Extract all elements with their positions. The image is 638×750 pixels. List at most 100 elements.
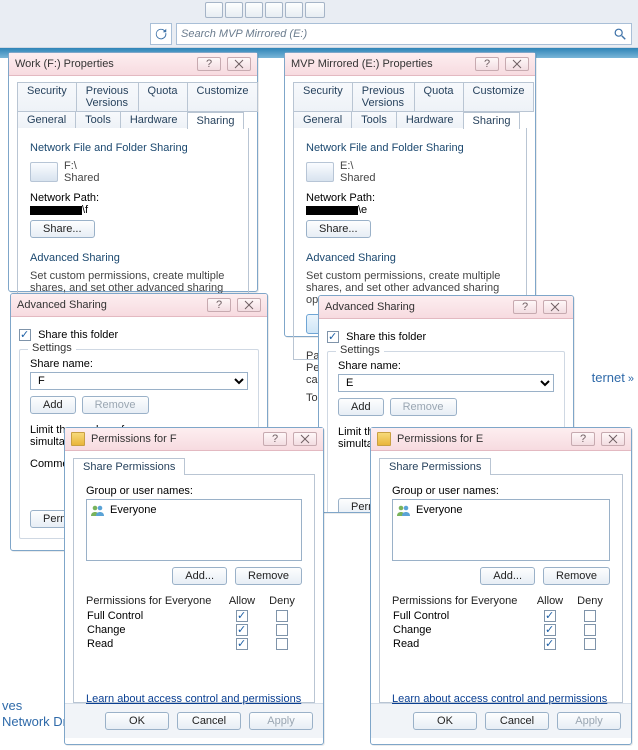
titlebar[interactable]: Work (F:) Properties ? bbox=[9, 53, 257, 76]
tab-customize[interactable]: Customize bbox=[187, 82, 259, 112]
remove-share-button[interactable]: Remove bbox=[82, 396, 149, 414]
deny-header: Deny bbox=[570, 593, 610, 609]
tab-quota[interactable]: Quota bbox=[414, 82, 464, 112]
nfs-heading: Network File and Folder Sharing bbox=[306, 142, 514, 154]
help-button[interactable]: ? bbox=[513, 300, 537, 314]
learn-link[interactable]: Learn about access control and permissio… bbox=[86, 693, 301, 705]
close-button[interactable] bbox=[293, 432, 317, 446]
tab-hardware[interactable]: Hardware bbox=[120, 111, 188, 128]
perm-row-full-control: Full Control bbox=[86, 609, 302, 623]
deny-full-control-checkbox[interactable] bbox=[584, 610, 596, 622]
titlebar[interactable]: MVP Mirrored (E:) Properties ? bbox=[285, 53, 535, 76]
remove-principal-button[interactable]: Remove bbox=[543, 567, 610, 585]
tab-security[interactable]: Security bbox=[17, 82, 77, 112]
help-button[interactable]: ? bbox=[207, 298, 231, 312]
tb-btn-4[interactable] bbox=[265, 2, 283, 18]
allow-change-checkbox[interactable] bbox=[544, 624, 556, 636]
allow-change-checkbox[interactable] bbox=[236, 624, 248, 636]
ok-button[interactable]: OK bbox=[105, 712, 169, 730]
path-status: Shared bbox=[64, 172, 99, 184]
refresh-button[interactable] bbox=[150, 23, 172, 45]
principals-listbox[interactable]: Everyone bbox=[86, 499, 302, 561]
titlebar[interactable]: Advanced Sharing ? bbox=[319, 296, 573, 319]
deny-change-checkbox[interactable] bbox=[276, 624, 288, 636]
tab-share-permissions[interactable]: Share Permissions bbox=[379, 458, 491, 475]
add-share-button[interactable]: Add bbox=[30, 396, 76, 414]
tab-hardware[interactable]: Hardware bbox=[396, 111, 464, 128]
help-button[interactable]: ? bbox=[263, 432, 287, 446]
allow-read-checkbox[interactable] bbox=[544, 638, 556, 650]
principal-row[interactable]: Everyone bbox=[91, 504, 297, 516]
titlebar[interactable]: Permissions for F ? bbox=[65, 428, 323, 451]
share-name-select[interactable]: E bbox=[338, 374, 554, 392]
share-folder-checkbox[interactable] bbox=[19, 329, 31, 341]
tab-general[interactable]: General bbox=[293, 111, 352, 128]
deny-change-checkbox[interactable] bbox=[584, 624, 596, 636]
close-button[interactable] bbox=[601, 432, 625, 446]
close-button[interactable] bbox=[505, 57, 529, 71]
share-name-select[interactable]: F bbox=[30, 372, 248, 390]
tab-customize[interactable]: Customize bbox=[463, 82, 535, 112]
tb-btn-5[interactable] bbox=[285, 2, 303, 18]
add-share-button[interactable]: Add bbox=[338, 398, 384, 416]
share-button[interactable]: Share... bbox=[30, 220, 95, 238]
principals-listbox[interactable]: Everyone bbox=[392, 499, 610, 561]
tab-previous-versions[interactable]: Previous Versions bbox=[352, 82, 415, 112]
share-button[interactable]: Share... bbox=[306, 220, 371, 238]
group-users-label: Group or user names: bbox=[392, 485, 610, 497]
netpath-label: Network Path: bbox=[30, 192, 236, 204]
permissions-table: Permissions for Everyone Allow Deny Full… bbox=[86, 593, 302, 651]
remove-share-button[interactable]: Remove bbox=[390, 398, 457, 416]
help-button[interactable]: ? bbox=[475, 57, 499, 71]
titlebar[interactable]: Advanced Sharing ? bbox=[11, 294, 267, 317]
principal-row[interactable]: Everyone bbox=[397, 504, 605, 516]
tab-sharing[interactable]: Sharing bbox=[187, 112, 245, 129]
folder-icon bbox=[71, 432, 85, 446]
tb-btn-3[interactable] bbox=[245, 2, 263, 18]
apply-button[interactable]: Apply bbox=[249, 712, 313, 730]
allow-read-checkbox[interactable] bbox=[236, 638, 248, 650]
add-principal-button[interactable]: Add... bbox=[172, 567, 227, 585]
tab-tools[interactable]: Tools bbox=[75, 111, 121, 128]
tab-share-permissions[interactable]: Share Permissions bbox=[73, 458, 185, 475]
ok-button[interactable]: OK bbox=[413, 712, 477, 730]
apply-button[interactable]: Apply bbox=[557, 712, 621, 730]
deny-read-checkbox[interactable] bbox=[276, 638, 288, 650]
cancel-button[interactable]: Cancel bbox=[177, 712, 241, 730]
tab-quota[interactable]: Quota bbox=[138, 82, 188, 112]
adv-heading: Advanced Sharing bbox=[30, 252, 236, 264]
deny-full-control-checkbox[interactable] bbox=[276, 610, 288, 622]
tabset: Security Previous Versions Quota Customi… bbox=[17, 82, 249, 128]
window-title: Advanced Sharing bbox=[325, 301, 415, 313]
close-button[interactable] bbox=[543, 300, 567, 314]
close-button[interactable] bbox=[237, 298, 261, 312]
tab-sharing[interactable]: Sharing bbox=[463, 112, 521, 129]
share-folder-checkbox[interactable] bbox=[327, 331, 339, 343]
remove-principal-button[interactable]: Remove bbox=[235, 567, 302, 585]
help-button[interactable]: ? bbox=[197, 57, 221, 71]
cancel-button[interactable]: Cancel bbox=[485, 712, 549, 730]
tb-btn-6[interactable] bbox=[305, 2, 325, 18]
close-button[interactable] bbox=[227, 57, 251, 71]
window-title: MVP Mirrored (E:) Properties bbox=[291, 58, 433, 70]
help-button[interactable]: ? bbox=[571, 432, 595, 446]
tab-general[interactable]: General bbox=[17, 111, 76, 128]
tb-btn-2[interactable] bbox=[225, 2, 243, 18]
tab-security[interactable]: Security bbox=[293, 82, 353, 112]
path-status: Shared bbox=[340, 172, 375, 184]
tab-tools[interactable]: Tools bbox=[351, 111, 397, 128]
titlebar[interactable]: Permissions for E ? bbox=[371, 428, 631, 451]
add-principal-button[interactable]: Add... bbox=[480, 567, 535, 585]
deny-read-checkbox[interactable] bbox=[584, 638, 596, 650]
tab-previous-versions[interactable]: Previous Versions bbox=[76, 82, 139, 112]
bg-text-ves: ves bbox=[2, 698, 22, 713]
allow-full-control-checkbox[interactable] bbox=[236, 610, 248, 622]
learn-link[interactable]: Learn about access control and permissio… bbox=[392, 693, 607, 705]
window-title: Permissions for E bbox=[397, 433, 483, 445]
allow-full-control-checkbox[interactable] bbox=[544, 610, 556, 622]
internet-link[interactable]: ternet» bbox=[592, 370, 634, 385]
explorer-toolbar-buttons bbox=[205, 2, 325, 18]
tb-btn-1[interactable] bbox=[205, 2, 223, 18]
netpath-label: Network Path: bbox=[306, 192, 514, 204]
explorer-search-box[interactable]: Search MVP Mirrored (E:) bbox=[176, 23, 632, 45]
